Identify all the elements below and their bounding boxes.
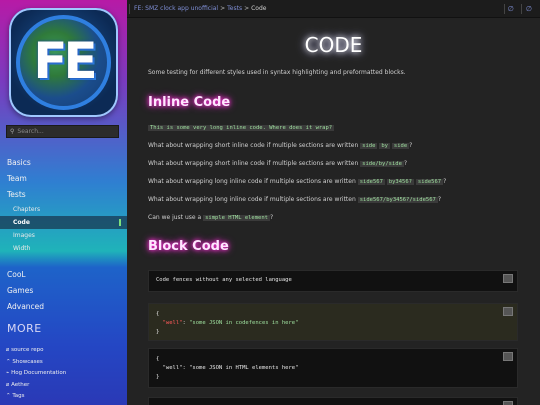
sidebar-subitem-code[interactable]: Code <box>0 216 127 229</box>
more-links: ⌀ source repo ⌃ Showcases ⌁ Hog Document… <box>6 345 66 403</box>
link-label: Hog Documentation <box>11 370 67 376</box>
json-key: "well" <box>162 320 183 326</box>
code-span: side/by/side <box>360 161 404 167</box>
main-content: CODE Some testing for different styles u… <box>127 18 540 405</box>
link-source-repo[interactable]: ⌀ source repo <box>6 345 66 357</box>
code-span: side567 <box>415 179 444 185</box>
search-box[interactable]: ⚲ Search... <box>6 125 119 138</box>
code-line: "well": "some JSON in HTML elements here… <box>162 365 299 371</box>
paragraph-text: What about wrapping short inline code if… <box>148 160 359 167</box>
paragraph-long-slash: What about wrapping long inline code if … <box>148 196 442 203</box>
sidebar-subitem-images[interactable]: Images <box>0 229 127 242</box>
sidebar-item-games[interactable]: Games <box>0 283 127 299</box>
more-heading: MORE <box>7 322 42 335</box>
link-tags[interactable]: ⌃ Tags <box>6 391 66 403</box>
search-input[interactable]: Search... <box>17 128 43 135</box>
code-span: side567/by3456?/side567 <box>357 197 438 203</box>
code-line: { <box>156 311 160 317</box>
sidebar-item-team[interactable]: Team <box>0 171 127 187</box>
intro-text: Some testing for different styles used i… <box>148 69 406 76</box>
logo-monogram: FE <box>33 32 97 90</box>
code-span: side <box>391 143 410 149</box>
paragraph-text: What about wrapping short inline code if… <box>148 142 359 149</box>
sidebar-nav-secondary: CooL Games Advanced <box>0 267 127 315</box>
copy-button[interactable] <box>503 352 513 361</box>
code-text: Code fences without any selected languag… <box>156 277 292 283</box>
inline-long-code: This is some very long inline code. Wher… <box>148 124 335 131</box>
search-icon: ⚲ <box>10 128 15 135</box>
code-span: This is some very long inline code. Wher… <box>148 125 335 131</box>
top-icons: ∅ ∅ <box>508 5 532 13</box>
sidebar-nav: Basics Team Tests Chapters Code Images W… <box>0 155 127 255</box>
link-label: Showcases <box>12 358 43 365</box>
breadcrumb-tests[interactable]: Tests <box>227 5 242 12</box>
link-label: Tags <box>12 393 25 399</box>
sidebar-subitem-chapters[interactable]: Chapters <box>0 203 127 216</box>
code-line: } <box>156 329 160 335</box>
paragraph-text: What about wrapping long inline code if … <box>148 178 356 185</box>
heading-inline-code: Inline Code <box>148 95 231 110</box>
divider <box>129 4 130 14</box>
link-showcases[interactable]: ⌃ Showcases <box>6 357 66 369</box>
code-span: side <box>360 143 378 149</box>
copy-button[interactable] <box>503 307 513 316</box>
json-key: "well" <box>162 365 183 371</box>
code-block-plain: Code fences without any selected languag… <box>148 270 518 292</box>
paragraph-html-element: Can we just use a simple HTML element? <box>148 214 274 221</box>
code-block-json-html: { "well": "some JSON in HTML elements he… <box>148 348 518 388</box>
sidebar-item-basics[interactable]: Basics <box>0 155 127 171</box>
paragraph-side-by-side: What about wrapping short inline code if… <box>148 142 413 149</box>
sidebar: FE ⚲ Search... Basics Team Tests Chapter… <box>0 0 127 405</box>
app-logo[interactable]: FE <box>9 8 118 117</box>
edit-icon[interactable]: ∅ <box>508 5 514 13</box>
paragraph-long-side-by-side: What about wrapping long inline code if … <box>148 178 447 185</box>
divider <box>504 4 505 14</box>
top-bar: FE: SMZ clock app unofficial > Tests > C… <box>127 0 540 18</box>
code-span: by3456? <box>386 179 414 185</box>
json-value: "some JSON in HTML elements here" <box>189 365 299 371</box>
copy-button[interactable] <box>503 401 513 405</box>
sidebar-item-advanced[interactable]: Advanced <box>0 299 127 315</box>
code-span: simple HTML element <box>203 215 270 221</box>
sidebar-subitem-width[interactable]: Width <box>0 242 127 255</box>
link-label: Aether <box>11 381 30 388</box>
link-label: source repo <box>11 347 44 353</box>
link-aether[interactable]: ⌀ Aether <box>6 380 66 392</box>
breadcrumb-separator: > <box>220 5 226 12</box>
breadcrumb-current: Code <box>251 5 267 12</box>
paragraph-text: Can we just use a <box>148 214 202 221</box>
sidebar-item-cool[interactable]: CooL <box>0 267 127 283</box>
code-block-partial <box>148 397 518 405</box>
active-indicator <box>119 219 121 226</box>
code-span: by <box>379 143 390 149</box>
code-line: } <box>156 374 160 380</box>
json-value: "some JSON in codefences in here" <box>189 320 299 326</box>
breadcrumb-app[interactable]: FE: SMZ clock app unofficial <box>134 5 218 12</box>
sidebar-subitem-label: Code <box>13 219 30 226</box>
heading-block-code: Block Code <box>148 239 229 254</box>
breadcrumb-separator: > <box>244 5 250 12</box>
code-block-json-fence: { "well": "some JSON in codefences in he… <box>148 303 518 341</box>
code-line: { <box>156 356 160 362</box>
sidebar-item-tests[interactable]: Tests <box>0 187 127 203</box>
copy-button[interactable] <box>503 274 513 283</box>
code-line: "well": "some JSON in codefences in here… <box>162 320 299 326</box>
code-span: side567 <box>357 179 385 185</box>
link-documentation[interactable]: ⌁ Hog Documentation <box>6 368 66 380</box>
print-icon[interactable]: ∅ <box>526 5 532 13</box>
paragraph-side-slash: What about wrapping short inline code if… <box>148 160 408 167</box>
page-title: CODE <box>304 33 363 57</box>
paragraph-text: What about wrapping long inline code if … <box>148 196 356 203</box>
